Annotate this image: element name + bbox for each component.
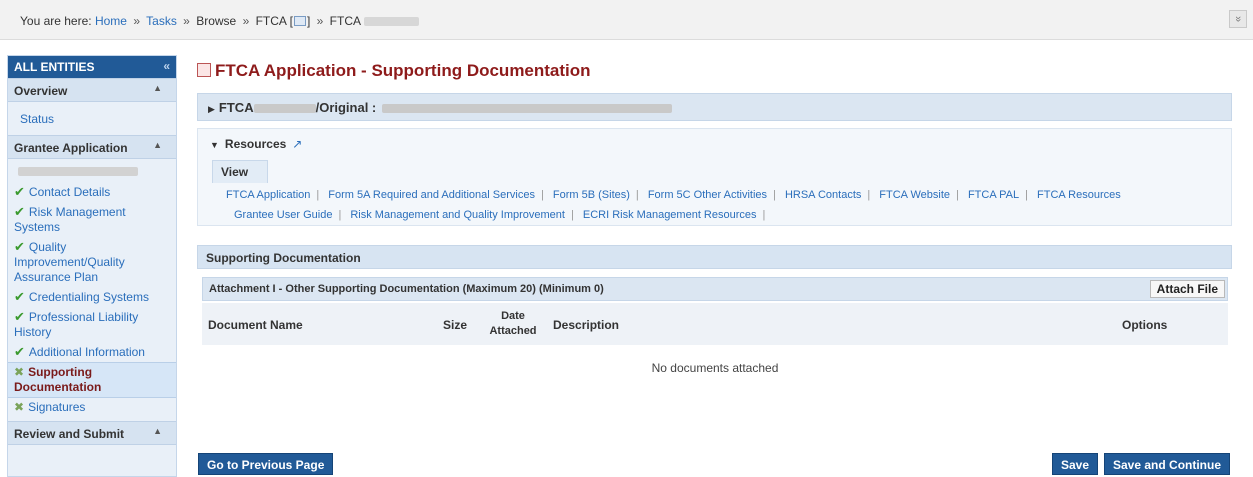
resource-link[interactable]: FTCA Application [226, 189, 310, 201]
external-link-icon[interactable]: ↗ [292, 137, 302, 151]
breadcrumb-separator: » [316, 14, 324, 28]
caret-up-icon: ▲ [153, 426, 162, 436]
checkmark-icon: ✔ [14, 239, 25, 254]
ftca-original-label: /Original : [315, 100, 377, 115]
breadcrumb-browse: Browse [196, 14, 237, 28]
sidebar-item-label: Risk Management Systems [14, 205, 126, 234]
sidebar-item-label: Quality Improvement/Quality Assurance Pl… [14, 240, 125, 284]
incomplete-icon: ✖ [14, 400, 25, 414]
sidebar-item-professional-liability[interactable]: ✔ Professional Liability History [8, 307, 176, 342]
breadcrumb-ftca-current: FTCA [329, 14, 361, 28]
sidebar-section-review[interactable]: Review and Submit ▲ [8, 421, 176, 445]
form-icon [197, 63, 211, 77]
sidebar-item-supporting-documentation[interactable]: ✖ Supporting Documentation [8, 362, 176, 398]
sidebar-item-label: Additional Information [28, 345, 145, 359]
column-date-attached[interactable]: Date Attached [486, 309, 540, 339]
breadcrumb-separator: » [183, 14, 190, 28]
checkmark-icon: ✔ [14, 344, 25, 359]
collapse-triangle-icon: ▼ [210, 140, 219, 150]
sidebar-header: ALL ENTITIES « [8, 56, 176, 78]
checkmark-icon: ✔ [14, 289, 25, 304]
resource-link[interactable]: Form 5C Other Activities [648, 189, 767, 201]
calendar-icon[interactable] [293, 15, 306, 26]
column-options: Options [1122, 318, 1168, 332]
sidebar-item-risk-management[interactable]: ✔ Risk Management Systems [8, 202, 176, 237]
checkmark-icon: ✔ [14, 309, 25, 324]
page-title: FTCA Application - Supporting Documentat… [197, 61, 591, 81]
sidebar-item-label: Professional Liability History [14, 310, 139, 339]
ftca-expand-bar[interactable]: ▶ FTCA/Original : [197, 93, 1232, 121]
ftca-prefix: FTCA [218, 100, 254, 115]
checkmark-icon: ✔ [14, 184, 25, 199]
sidebar-section-label: Overview [14, 84, 68, 98]
resources-heading[interactable]: ▼ Resources ↗ [210, 137, 302, 151]
breadcrumb-tasks-link[interactable]: Tasks [146, 14, 177, 28]
sidebar-section-overview[interactable]: Overview ▲ [8, 78, 176, 102]
resource-link[interactable]: HRSA Contacts [785, 189, 861, 201]
sidebar-header-title: ALL ENTITIES [14, 60, 95, 74]
sidebar-item-contact-details[interactable]: ✔ Contact Details [8, 182, 176, 202]
expand-triangle-icon: ▶ [208, 104, 215, 114]
sidebar-item-status[interactable]: Status [8, 102, 176, 135]
previous-page-button[interactable]: Go to Previous Page [198, 453, 334, 475]
caret-up-icon: ▲ [153, 83, 162, 93]
breadcrumb-separator: » [242, 14, 250, 28]
resource-link[interactable]: Grantee User Guide [234, 209, 332, 221]
breadcrumb-home-link[interactable]: Home [95, 14, 127, 28]
resources-panel: ▼ Resources ↗ View FTCA Application | Form … [197, 128, 1232, 226]
resource-link[interactable]: FTCA Resources [1037, 189, 1121, 201]
redacted-text [18, 167, 138, 176]
resource-link[interactable]: Form 5A Required and Additional Services [328, 189, 535, 201]
resource-link[interactable]: FTCA PAL [968, 189, 1019, 201]
sidebar-item-quality-improvement[interactable]: ✔ Quality Improvement/Quality Assurance P… [8, 237, 176, 287]
sidebar-item-signatures[interactable]: ✖ Signatures [8, 398, 176, 417]
resource-link[interactable]: ECRI Risk Management Resources [583, 209, 757, 221]
resources-heading-text: Resources [224, 137, 287, 151]
breadcrumb-bar: You are here: Home » Tasks » Browse » FT… [0, 0, 1253, 40]
attachment-heading: Attachment I - Other Supporting Document… [202, 277, 1228, 301]
incomplete-icon: ✖ [14, 365, 25, 379]
column-document-name[interactable]: Document Name [208, 318, 303, 332]
sidebar-section-label: Grantee Application [14, 141, 128, 155]
redacted-text [382, 104, 673, 114]
resource-link[interactable]: FTCA Website [879, 189, 950, 201]
breadcrumb: You are here: Home » Tasks » Browse » FT… [20, 14, 419, 28]
resource-links: FTCA Application | Form 5A Required and A… [226, 189, 1121, 221]
breadcrumb-ftca: FTCA [ [255, 14, 293, 28]
redacted-text [364, 17, 419, 27]
sidebar-item-additional-information[interactable]: ✔ Additional Information [8, 342, 176, 362]
sidebar-item-label: Credentialing Systems [28, 290, 149, 304]
breadcrumb-prefix: You are here: [20, 14, 92, 28]
sidebar-item-credentialing[interactable]: ✔ Credentialing Systems [8, 287, 176, 307]
collapse-sidebar-icon[interactable]: « [163, 59, 170, 73]
column-description: Description [553, 318, 620, 332]
save-button[interactable]: Save [1052, 453, 1099, 475]
empty-message: No documents attached [651, 361, 779, 375]
caret-up-icon: ▲ [153, 140, 162, 150]
resource-link[interactable]: Risk Management and Quality Improvement [350, 209, 565, 221]
breadcrumb-ftca-close: ] [306, 14, 311, 28]
sidebar: ALL ENTITIES « Overview ▲ Status Grantee… [7, 55, 177, 477]
save-and-continue-button[interactable]: Save and Continue [1104, 453, 1231, 475]
sidebar-item-label: Signatures [28, 400, 86, 414]
sidebar-section-grantee[interactable]: Grantee Application ▲ [8, 135, 176, 159]
attach-file-button[interactable]: Attach File [1149, 280, 1225, 298]
sidebar-item-label: Supporting Documentation [14, 365, 102, 394]
resource-link[interactable]: Form 5B (Sites) [553, 189, 630, 201]
main-content: FTCA Application - Supporting Documentat… [190, 55, 1240, 477]
sidebar-item-label: Contact Details [28, 185, 111, 199]
supporting-documentation-heading: Supporting Documentation [197, 245, 1232, 269]
tab-view[interactable]: View [212, 160, 268, 183]
attachments-table-header: Document Name Size Date Attached Descrip… [202, 303, 1228, 345]
breadcrumb-separator: » [133, 14, 141, 28]
checkmark-icon: ✔ [14, 204, 25, 219]
sidebar-section-label: Review and Submit [14, 427, 125, 441]
column-size[interactable]: Size [443, 318, 467, 332]
collapse-toggle-icon[interactable]: » [1229, 10, 1247, 28]
page-title-text: FTCA Application - Supporting Documentat… [215, 61, 591, 80]
redacted-text [253, 104, 316, 114]
attachment-heading-text: Attachment I - Other Supporting Document… [209, 283, 604, 295]
